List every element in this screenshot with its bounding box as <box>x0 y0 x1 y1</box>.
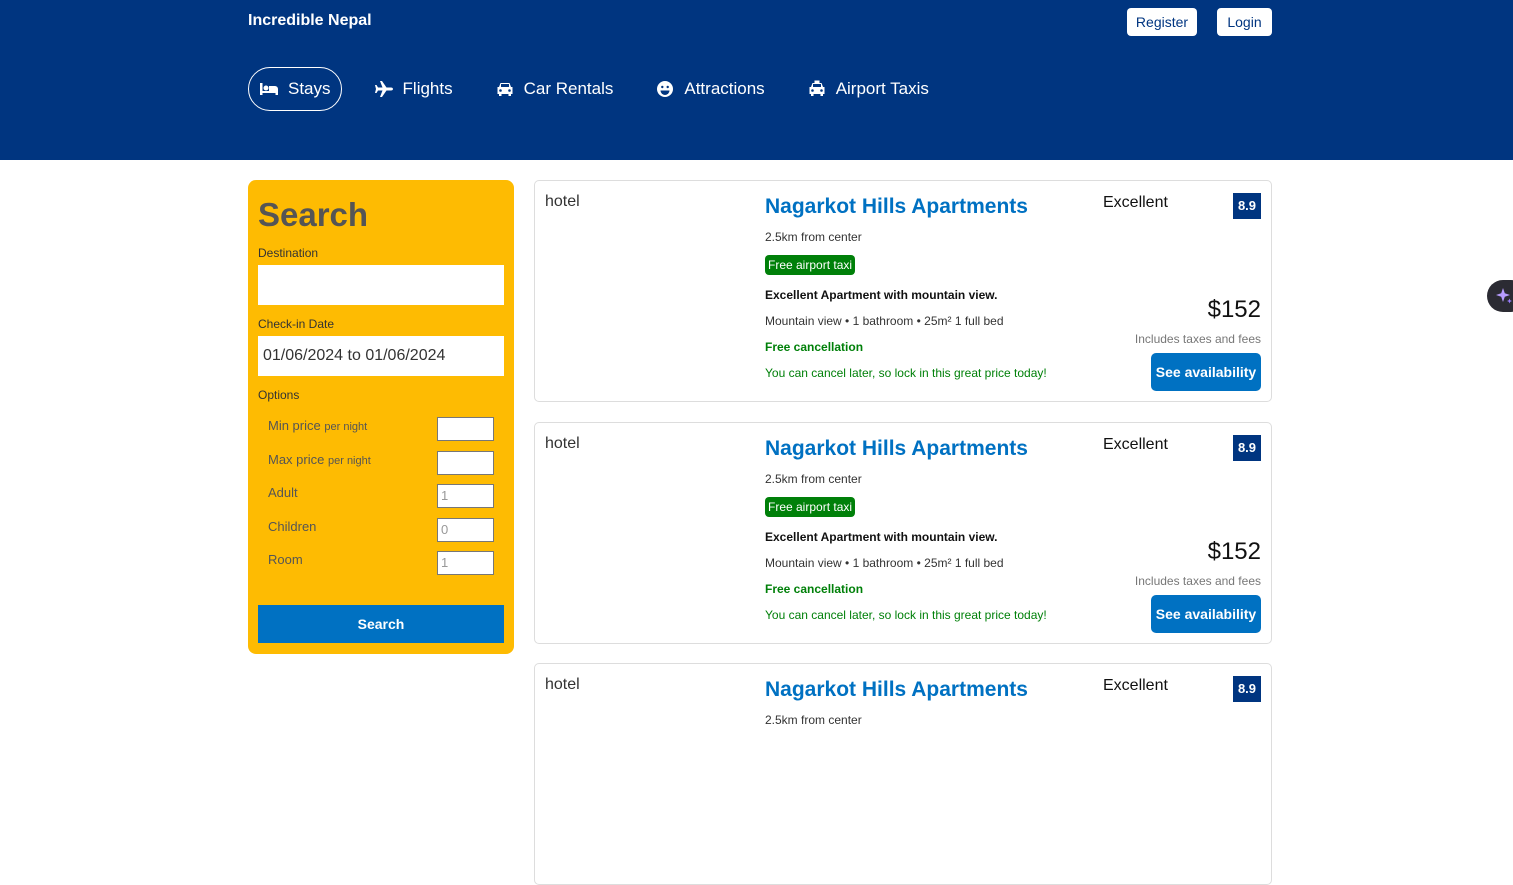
hotel-image[interactable]: hotel <box>545 435 580 453</box>
bed-icon <box>260 83 278 95</box>
nav-stays[interactable]: Stays <box>248 67 342 111</box>
destination-input[interactable] <box>258 265 504 305</box>
rating-text: Excellent <box>1103 677 1168 694</box>
nav-attractions[interactable]: Attractions <box>645 67 774 111</box>
hotel-image[interactable]: hotel <box>545 676 580 694</box>
search-panel: Search Destination Check-in Date 01/06/2… <box>248 180 514 654</box>
hotel-distance: 2.5km from center <box>765 713 862 727</box>
nav-flights[interactable]: Flights <box>364 67 463 111</box>
assistant-button[interactable] <box>1487 280 1513 312</box>
nav-car-rentals-label: Car Rentals <box>523 79 614 98</box>
max-price-input[interactable] <box>437 451 494 475</box>
plane-icon <box>374 81 393 97</box>
hotel-distance: 2.5km from center <box>765 472 862 486</box>
register-button[interactable]: Register <box>1127 8 1197 36</box>
see-availability-button[interactable]: See availability <box>1151 353 1261 391</box>
hotel-card: hotel Nagarkot Hills Apartments 2.5km fr… <box>534 180 1272 402</box>
children-input[interactable]: 0 <box>437 518 494 542</box>
see-availability-button[interactable]: See availability <box>1151 595 1261 633</box>
site-logo[interactable]: Incredible Nepal <box>248 12 372 30</box>
hotel-features: Mountain view • 1 bathroom • 25m² 1 full… <box>765 556 1004 570</box>
main-nav: Stays Flights Car Rentals Attractions Ai… <box>248 67 961 111</box>
rating-text: Excellent <box>1103 194 1168 211</box>
options-label: Options <box>258 388 300 402</box>
rating-text: Excellent <box>1103 436 1168 453</box>
hotel-features: Mountain view • 1 bathroom • 25m² 1 full… <box>765 314 1004 328</box>
adult-label: Adult <box>268 485 298 500</box>
nav-stays-label: Stays <box>288 79 331 98</box>
min-price-label: Min price per night <box>268 418 368 433</box>
taxi-badge: Free airport taxi <box>765 255 856 275</box>
car-icon <box>497 83 513 96</box>
taxes-note: Includes taxes and fees <box>1134 574 1261 588</box>
room-input[interactable]: 1 <box>437 551 494 575</box>
hotel-subtitle: Excellent Apartment with mountain view. <box>765 288 998 302</box>
rating-badge: 8.9 <box>1233 676 1261 702</box>
hotel-price: $152 <box>1207 538 1261 565</box>
sparkle-icon <box>1496 288 1512 304</box>
hotel-title[interactable]: Nagarkot Hills Apartments <box>765 195 1028 219</box>
taxi-badge: Free airport taxi <box>765 497 856 517</box>
nav-flights-label: Flights <box>402 79 453 98</box>
max-price-label: Max price per night <box>268 452 371 467</box>
hotel-price: $152 <box>1207 296 1261 323</box>
nav-airport-taxis-label: Airport Taxis <box>835 79 929 98</box>
cancel-subtext: You can cancel later, so lock in this gr… <box>765 608 1047 622</box>
search-button[interactable]: Search <box>258 605 504 643</box>
rating-badge: 8.9 <box>1233 435 1261 461</box>
search-title: Search <box>258 196 369 233</box>
checkin-date-input[interactable]: 01/06/2024 to 01/06/2024 <box>258 336 504 376</box>
hotel-image[interactable]: hotel <box>545 193 580 211</box>
cancel-text: Free cancellation <box>765 582 864 596</box>
nav-car-rentals[interactable]: Car Rentals <box>485 67 624 111</box>
nav-airport-taxis[interactable]: Airport Taxis <box>797 67 939 111</box>
cancel-subtext: You can cancel later, so lock in this gr… <box>765 366 1047 380</box>
taxes-note: Includes taxes and fees <box>1134 332 1261 346</box>
smile-icon <box>657 81 674 97</box>
hotel-distance: 2.5km from center <box>765 230 862 244</box>
taxi-icon <box>809 80 825 96</box>
room-label: Room <box>268 552 303 567</box>
nav-attractions-label: Attractions <box>684 79 765 98</box>
checkin-label: Check-in Date <box>258 317 335 331</box>
cancel-text: Free cancellation <box>765 340 864 354</box>
hotel-card: hotel Nagarkot Hills Apartments 2.5km fr… <box>534 663 1272 885</box>
destination-label: Destination <box>258 246 319 260</box>
hotel-card: hotel Nagarkot Hills Apartments 2.5km fr… <box>534 422 1272 644</box>
hotel-title[interactable]: Nagarkot Hills Apartments <box>765 437 1028 461</box>
rating-badge: 8.9 <box>1233 193 1261 219</box>
adult-input[interactable]: 1 <box>437 484 494 508</box>
hotel-title[interactable]: Nagarkot Hills Apartments <box>765 678 1028 702</box>
children-label: Children <box>268 519 317 534</box>
top-header: Incredible Nepal Register Login Stays Fl… <box>0 0 1513 160</box>
hotel-subtitle: Excellent Apartment with mountain view. <box>765 530 998 544</box>
min-price-input[interactable] <box>437 417 494 441</box>
login-button[interactable]: Login <box>1217 8 1272 36</box>
